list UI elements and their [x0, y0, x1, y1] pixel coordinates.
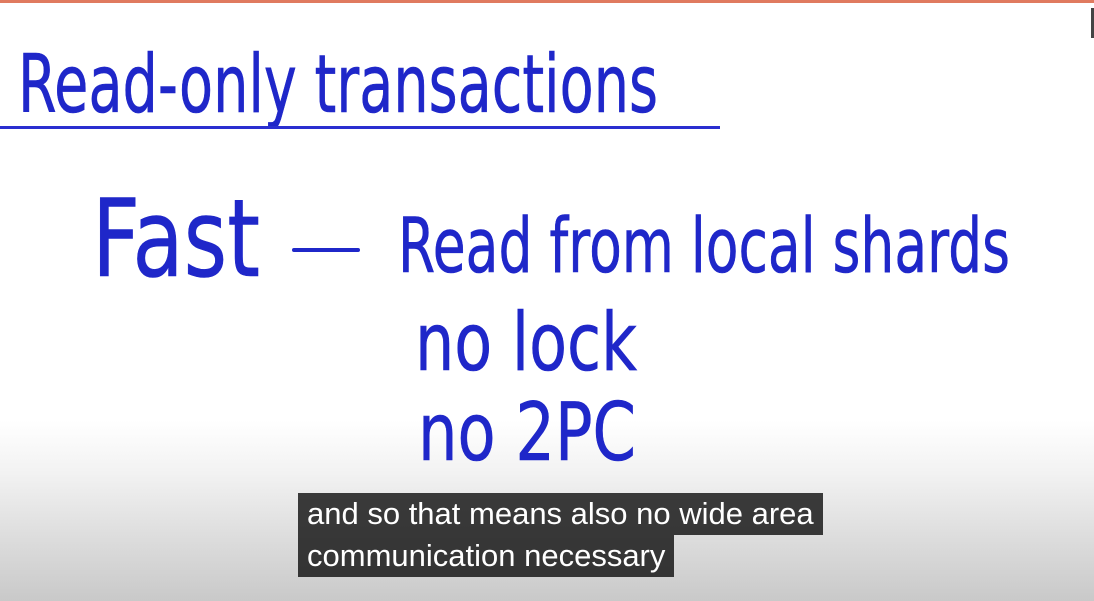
video-frame[interactable]: Read-only transactions Fast Read from lo… [0, 0, 1094, 601]
whiteboard-title: Read-only transactions [18, 38, 658, 131]
whiteboard-term-fast: Fast [92, 177, 260, 302]
dash-separator [292, 248, 360, 252]
title-underline [0, 126, 720, 129]
subtitle-captions: and so that means also no wide area comm… [298, 493, 823, 577]
caption-line-1: and so that means also no wide area [298, 493, 823, 535]
caption-line-2: communication necessary [298, 535, 675, 577]
whiteboard-point-no-lock: no lock [415, 296, 638, 389]
whiteboard-point-read-local: Read from local shards [398, 201, 1010, 290]
whiteboard-point-no-2pc: no 2PC [418, 386, 636, 479]
